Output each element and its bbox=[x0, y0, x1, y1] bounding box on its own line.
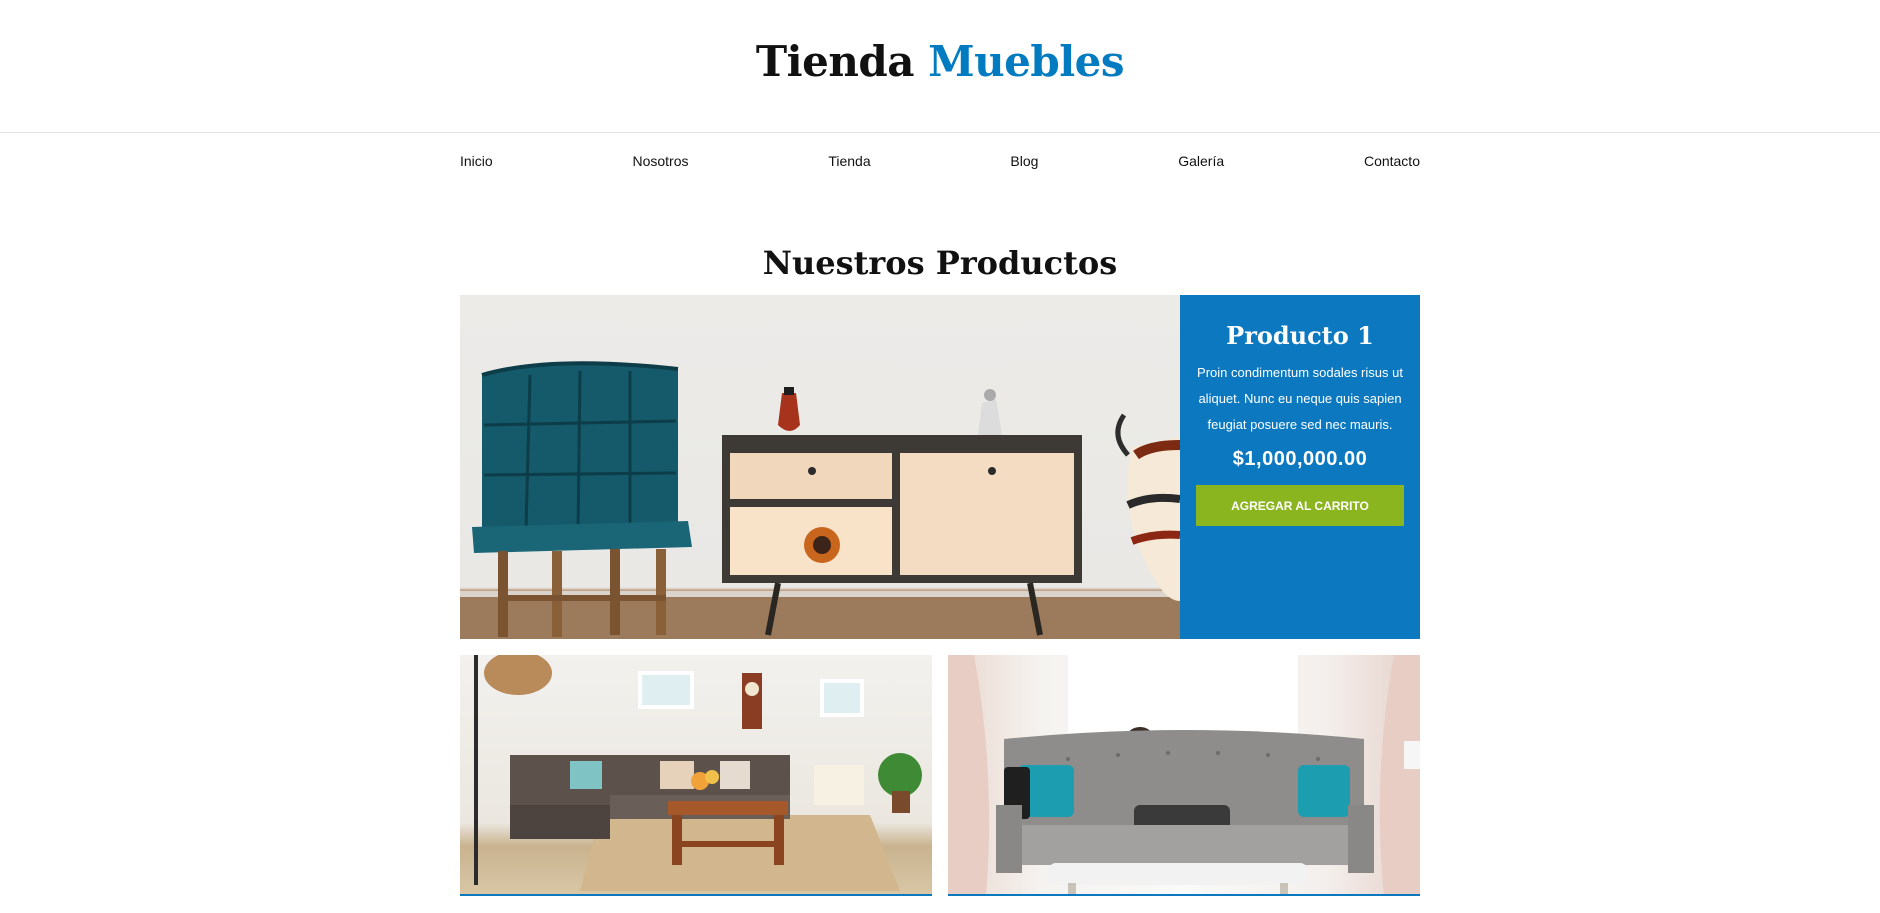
nav-link-blog[interactable]: Blog bbox=[1010, 153, 1038, 169]
nav-link-inicio[interactable]: Inicio bbox=[460, 153, 493, 169]
featured-product: Producto 1 Proin condimentum sodales ris… bbox=[460, 295, 1420, 639]
featured-product-image[interactable] bbox=[460, 295, 1180, 639]
gray-sofa-illustration bbox=[948, 655, 1420, 894]
product-info-panel: Producto 1 Proin condimentum sodales ris… bbox=[1180, 295, 1420, 639]
product-title: Producto 1 bbox=[1226, 321, 1374, 350]
product-description: Proin condimentum sodales risus ut aliqu… bbox=[1197, 365, 1403, 432]
nav-link-tienda[interactable]: Tienda bbox=[828, 153, 870, 169]
nav-link-galeria[interactable]: Galería bbox=[1178, 153, 1224, 169]
furniture-illustration bbox=[460, 361, 1180, 639]
product-image-living-room[interactable] bbox=[460, 655, 932, 896]
product-grid bbox=[460, 655, 1420, 896]
logo-text-accent: Muebles bbox=[928, 36, 1125, 86]
product-image-gray-sofa[interactable] bbox=[948, 655, 1420, 896]
main-navigation: Inicio Nosotros Tienda Blog Galería Cont… bbox=[460, 133, 1420, 188]
site-logo[interactable]: Tienda Muebles bbox=[755, 36, 1125, 86]
section-title: Nuestros Productos bbox=[762, 244, 1118, 282]
add-to-cart-button[interactable]: Agregar al carrito bbox=[1196, 485, 1404, 526]
product-price: $1,000,000.00 bbox=[1232, 448, 1368, 470]
nav-link-nosotros[interactable]: Nosotros bbox=[632, 153, 688, 169]
logo-text-primary: Tienda bbox=[755, 36, 915, 86]
site-header: Tienda Muebles bbox=[0, 0, 1880, 133]
living-room-illustration bbox=[474, 655, 922, 891]
nav-link-contacto[interactable]: Contacto bbox=[1364, 153, 1420, 169]
